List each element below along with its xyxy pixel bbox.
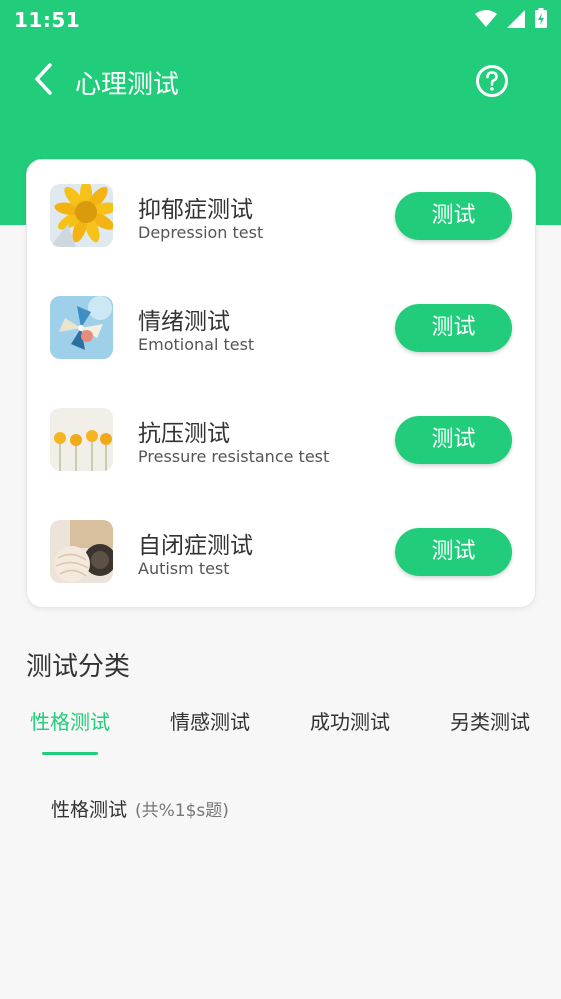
question-count: (共%1$s题)	[135, 801, 229, 821]
sunflower-image	[50, 184, 113, 247]
battery-icon	[535, 8, 547, 33]
back-arrow-icon	[33, 63, 53, 99]
test-title: 抗压测试	[138, 421, 230, 447]
test-row-depression: 抑郁症测试 Depression test 测试	[27, 160, 537, 272]
test-title: 抑郁症测试	[138, 197, 253, 223]
yarn-image	[50, 520, 113, 583]
toolbar: 心理测试	[0, 52, 561, 112]
category-tabs: 性格测试 情感测试 成功测试 另类测试	[0, 706, 561, 756]
test-subtitle: Depression test	[138, 223, 264, 242]
test-row-autism: 自闭症测试 Autism test 测试	[27, 496, 537, 608]
start-test-button[interactable]: 测试	[395, 192, 512, 240]
test-row-pressure: 抗压测试 Pressure resistance test 测试	[27, 384, 537, 496]
start-test-button[interactable]: 测试	[395, 304, 512, 352]
tab-personality[interactable]: 性格测试	[15, 706, 125, 735]
status-time: 11:51	[14, 8, 81, 32]
status-icons	[475, 8, 547, 33]
section-title: 测试分类	[26, 652, 131, 682]
test-subtitle: Emotional test	[138, 335, 255, 354]
tests-card: 抑郁症测试 Depression test 测试 情绪测试 Emotional …	[26, 159, 536, 608]
help-button[interactable]	[475, 64, 509, 98]
yellow-flowers-image	[50, 408, 113, 471]
test-subtitle: Autism test	[138, 559, 230, 578]
list-heading: 性格测试 (共%1$s题)	[51, 795, 229, 822]
wifi-icon	[475, 9, 497, 33]
question-mark-icon	[475, 65, 509, 102]
pinwheel-image	[50, 296, 113, 359]
active-tab-indicator	[42, 752, 98, 755]
test-title: 情绪测试	[138, 309, 230, 335]
test-title: 自闭症测试	[138, 533, 253, 559]
tab-emotion[interactable]: 情感测试	[155, 706, 265, 735]
back-button[interactable]	[26, 63, 60, 99]
test-row-emotional: 情绪测试 Emotional test 测试	[27, 272, 537, 384]
signal-icon	[507, 9, 525, 33]
list-heading-label: 性格测试	[51, 799, 128, 821]
tab-success[interactable]: 成功测试	[295, 706, 405, 735]
tab-other[interactable]: 另类测试	[435, 706, 545, 735]
start-test-button[interactable]: 测试	[395, 416, 512, 464]
page-title: 心理测试	[75, 70, 180, 100]
status-bar: 11:51	[0, 0, 561, 40]
start-test-button[interactable]: 测试	[395, 528, 512, 576]
test-subtitle: Pressure resistance test	[138, 447, 330, 466]
